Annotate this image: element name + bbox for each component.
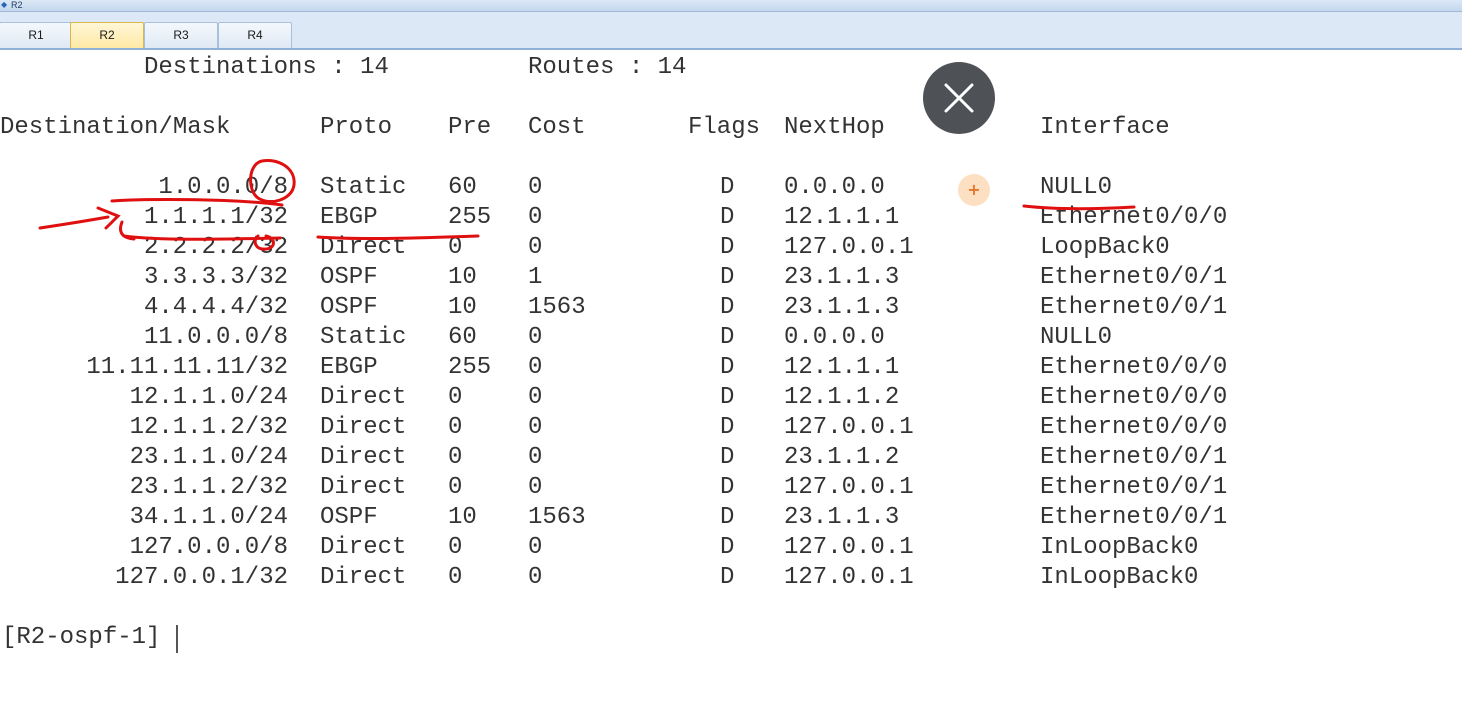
circle-annotation <box>249 158 296 203</box>
underline-annotation <box>110 198 284 207</box>
close-button[interactable] <box>923 62 995 134</box>
close-icon <box>944 83 974 113</box>
hand-drawn-annotations <box>38 158 1136 251</box>
plus-marker-icon[interactable]: + <box>958 174 990 206</box>
underline-annotation <box>1022 204 1136 211</box>
underline-annotation <box>316 234 480 241</box>
underline-annotation <box>122 234 282 251</box>
arrow-annotation <box>38 206 136 241</box>
